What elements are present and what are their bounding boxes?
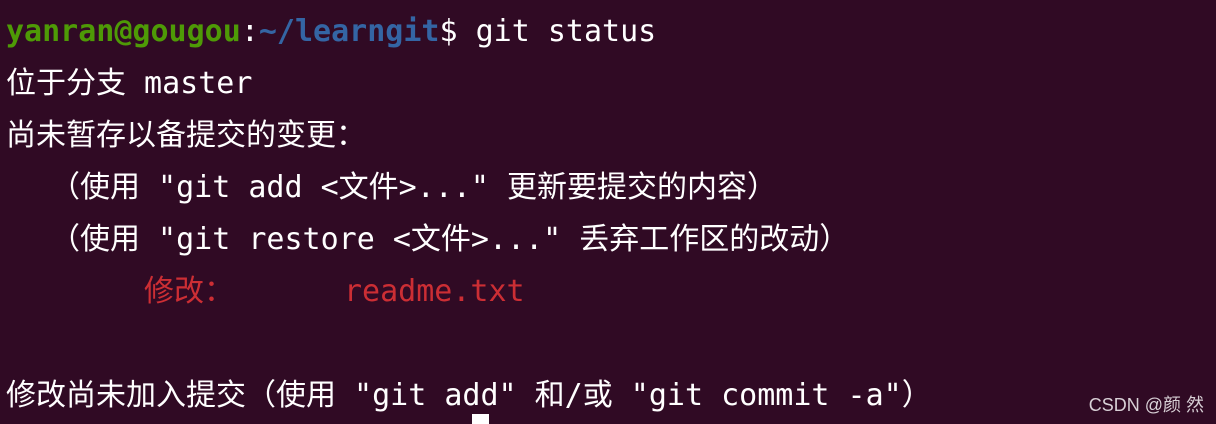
watermark-text: CSDN @颜 然 (1088, 395, 1204, 415)
modified-file-line: 修改： readme.txt (6, 266, 525, 318)
terminal-cursor (472, 414, 489, 424)
prompt-path: ~/learngit (258, 14, 440, 49)
terminal-window[interactable]: yanran@gougou:~/learngit$ git status 位于分… (0, 0, 1216, 424)
prompt-user-host: yanran@gougou (6, 14, 241, 49)
hint-restore-line: （使用 "git restore <文件>..." 丢弃工作区的改动） (50, 222, 850, 257)
modified-filename: readme.txt (344, 274, 525, 309)
branch-line: 位于分支 master (6, 66, 253, 101)
hint-add-line: （使用 "git add <文件>..." 更新要提交的内容） (50, 170, 778, 205)
prompt-symbol: $ (439, 14, 458, 49)
prompt-line: yanran@gougou:~/learngit$ git status (6, 6, 656, 58)
prompt-separator: : (240, 14, 259, 49)
summary-line: 修改尚未加入提交（使用 "git add" 和/或 "git commit -a… (6, 378, 932, 413)
unstaged-header: 尚未暂存以备提交的变更： (6, 118, 366, 153)
prompt-command: git status (457, 14, 657, 49)
modified-label: 修改： (144, 274, 234, 309)
